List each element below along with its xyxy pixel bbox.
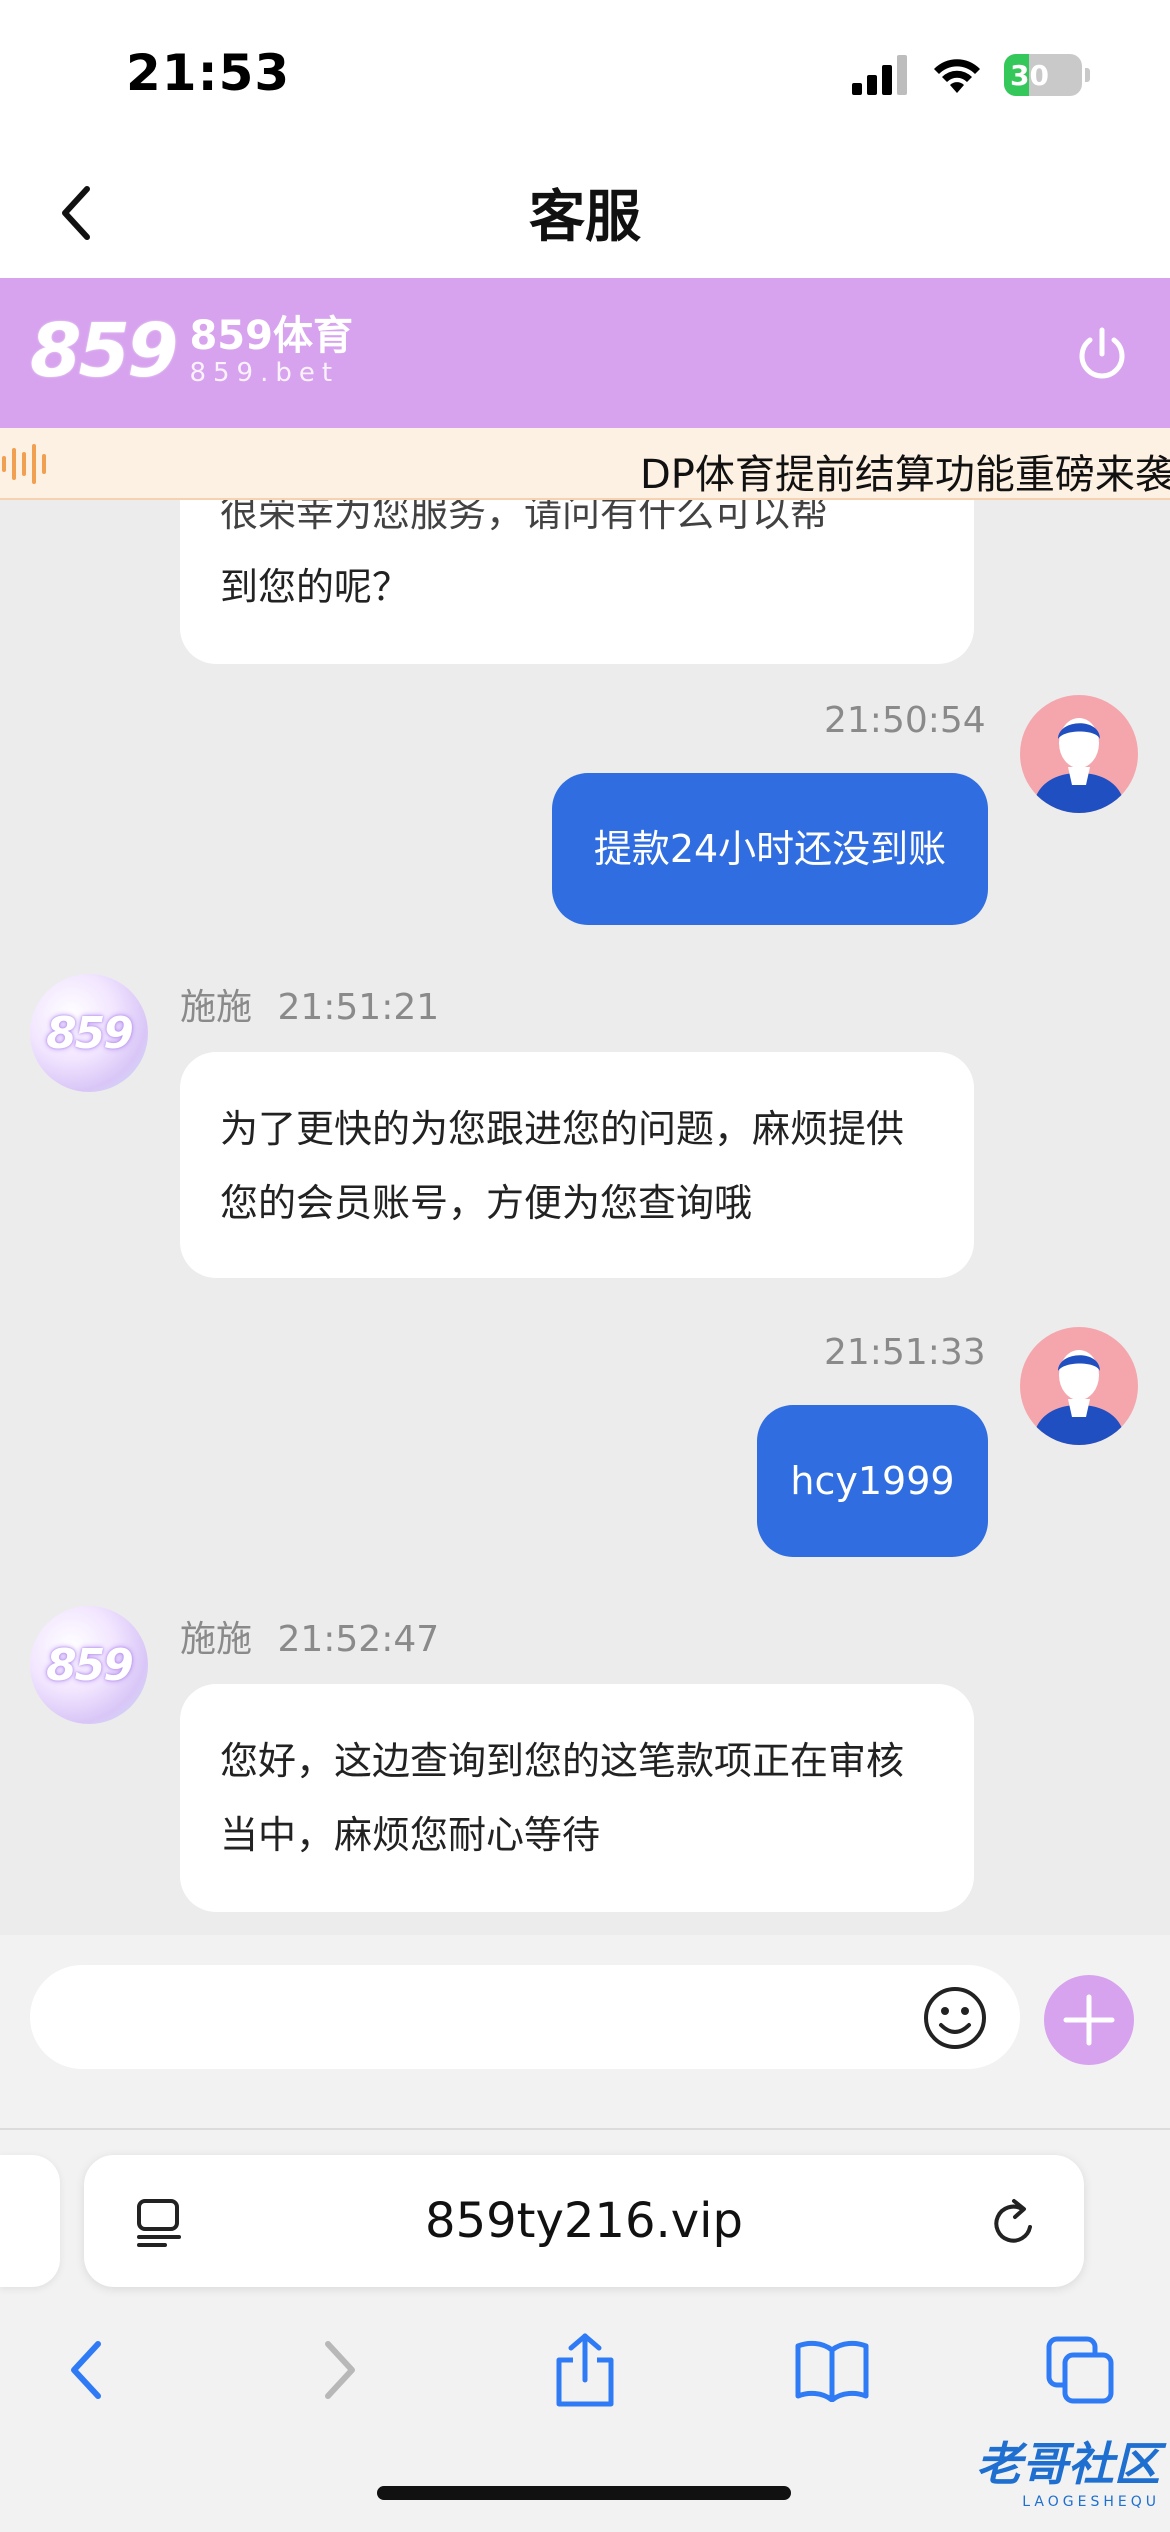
page-title: 客服 bbox=[529, 185, 641, 250]
watermark: 老哥社区 LAOGESHEQU bbox=[976, 2428, 1160, 2510]
status-bar: 21:53 30 bbox=[0, 0, 1170, 150]
reload-icon bbox=[994, 2199, 1032, 2243]
agent-avatar-icon: 859 bbox=[46, 1639, 134, 1691]
share-icon bbox=[556, 2333, 614, 2407]
user-avatar bbox=[1020, 695, 1138, 813]
message-time: 21:50:54 bbox=[824, 700, 986, 741]
address-bar[interactable]: 859ty216.vip bbox=[84, 2155, 1084, 2287]
message-time: 21:52:47 bbox=[277, 1619, 440, 1660]
agent-message-bubble: 为了更快的为您跟进您的问题，麻烦提供您的会员账号，方便为您查询哦 bbox=[180, 1052, 974, 1278]
previous-tab-preview[interactable] bbox=[0, 2155, 60, 2287]
chat-messages[interactable]: 很荣幸为您服务，请问有什么可以帮 到您的呢？ 21:50:54 提款24小时还没… bbox=[0, 500, 1170, 1935]
agent-avatar-icon: 859 bbox=[46, 1007, 134, 1059]
brand-bar: 859 859体育 859.bet bbox=[0, 278, 1170, 428]
message-time: 21:51:33 bbox=[824, 1332, 986, 1373]
message-composer bbox=[0, 1935, 1170, 2130]
browser-chrome: 859ty216.vip 老哥社区 LAOGESHEQU bbox=[0, 2130, 1170, 2532]
watermark-text: 老哥社区 bbox=[976, 2437, 1160, 2491]
signal-icon bbox=[852, 55, 907, 95]
sender-name: 施施 bbox=[180, 987, 253, 1028]
user-avatar-icon bbox=[1032, 718, 1126, 813]
message-text: 您好，这边查询到您的这笔款项正在审核当中，麻烦您耐心等待 bbox=[220, 1739, 905, 1857]
add-attachment-button[interactable] bbox=[1044, 1975, 1134, 2065]
user-avatar bbox=[1020, 1327, 1138, 1445]
message-text-line: 到您的呢？ bbox=[220, 565, 411, 609]
message-time: 21:51:21 bbox=[277, 987, 440, 1028]
status-icons: 30 bbox=[852, 54, 1090, 96]
message-meta: 施施 21:51:21 bbox=[180, 978, 439, 1030]
power-button[interactable] bbox=[1064, 316, 1140, 392]
tabs-icon bbox=[1046, 2336, 1114, 2404]
agent-avatar: 859 bbox=[30, 974, 148, 1092]
sound-wave-icon bbox=[2, 444, 46, 484]
announcement-marquee[interactable]: DP体育提前结算功能重磅来袭 bbox=[0, 428, 1170, 500]
user-message-bubble: 提款24小时还没到账 bbox=[552, 773, 988, 925]
watermark-subtext: LAOGESHEQU bbox=[1022, 2494, 1160, 2510]
agent-message-bubble: 很荣幸为您服务，请问有什么可以帮 到您的呢？ bbox=[180, 500, 974, 664]
nav-header: 客服 bbox=[0, 150, 1170, 278]
status-time: 21:53 bbox=[126, 44, 291, 102]
message-meta: 施施 21:52:47 bbox=[180, 1610, 439, 1662]
url-text: 859ty216.vip bbox=[425, 2193, 743, 2249]
battery-icon: 30 bbox=[1004, 54, 1082, 96]
brand-logo-number: 859 bbox=[30, 308, 178, 394]
home-indicator[interactable] bbox=[377, 2486, 791, 2500]
message-text-line: 很荣幸为您服务，请问有什么可以帮 bbox=[220, 500, 829, 535]
marquee-text: DP体育提前结算功能重磅来袭 bbox=[640, 452, 1170, 498]
reload-button[interactable] bbox=[984, 2193, 1044, 2253]
agent-message-bubble: 您好，这边查询到您的这笔款项正在审核当中，麻烦您耐心等待 bbox=[180, 1684, 974, 1912]
nav-forward-icon bbox=[325, 2341, 355, 2399]
emoji-icon bbox=[924, 1987, 986, 2049]
brand-url: 859.bet bbox=[189, 358, 340, 388]
message-input[interactable] bbox=[30, 1965, 1020, 2069]
nav-back-icon bbox=[71, 2341, 101, 2399]
message-text: 提款24小时还没到账 bbox=[593, 827, 947, 871]
sender-name: 施施 bbox=[180, 1619, 253, 1660]
user-avatar-icon bbox=[1032, 1350, 1126, 1445]
tabs-button[interactable] bbox=[1040, 2330, 1120, 2410]
wifi-icon bbox=[934, 59, 980, 93]
power-icon bbox=[1079, 327, 1125, 379]
user-message-bubble: hcy1999 bbox=[757, 1405, 988, 1557]
browser-toolbar bbox=[0, 2310, 1170, 2430]
browser-back-button[interactable] bbox=[46, 2330, 126, 2410]
brand-name: 859体育 bbox=[189, 313, 353, 359]
bookmarks-icon bbox=[795, 2340, 869, 2402]
brand-logo: 859 859体育 859.bet bbox=[30, 308, 353, 394]
share-button[interactable] bbox=[545, 2330, 625, 2410]
message-text: hcy1999 bbox=[790, 1459, 955, 1503]
browser-forward-button[interactable] bbox=[300, 2330, 380, 2410]
emoji-button[interactable] bbox=[920, 1983, 990, 2053]
agent-avatar: 859 bbox=[30, 1606, 148, 1724]
battery-level: 30 bbox=[1010, 58, 1049, 92]
bookmarks-button[interactable] bbox=[792, 2330, 872, 2410]
message-text: 为了更快的为您跟进您的问题，麻烦提供您的会员账号，方便为您查询哦 bbox=[220, 1107, 905, 1225]
plus-icon bbox=[1063, 1994, 1115, 2046]
